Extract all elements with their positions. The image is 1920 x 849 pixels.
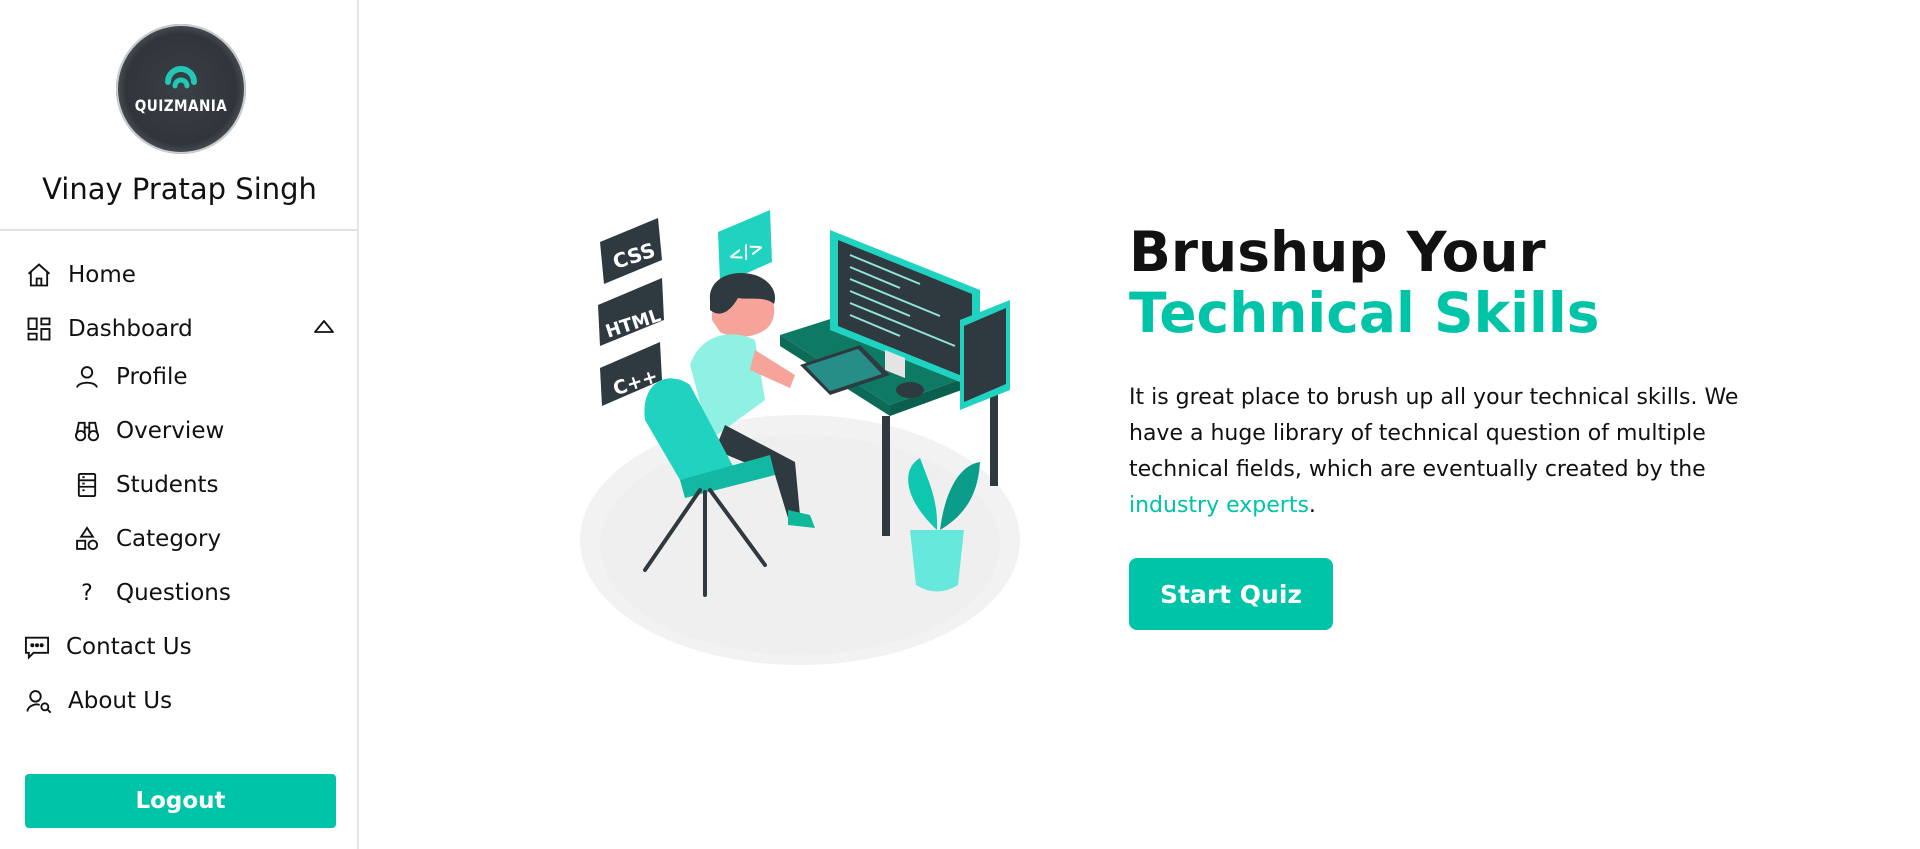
hero-title-accent: Technical Skills: [1129, 281, 1600, 345]
chat-icon: [22, 632, 52, 662]
hero-description-end: .: [1308, 493, 1316, 518]
question-icon: ?: [81, 580, 93, 606]
hero-description-main: It is great place to brush up all your t…: [1129, 385, 1739, 482]
shapes-icon: [72, 524, 102, 554]
hero-title: Brushup Your Technical Skills: [1129, 222, 1769, 344]
logo-mark-icon: [165, 66, 197, 89]
sidebar-divider: [0, 229, 359, 231]
user-name: Vinay Pratap Singh: [42, 172, 317, 206]
sidebar: QUIZMANIA Vinay Pratap Singh Home Dashbo…: [0, 0, 359, 849]
sidebar-item-profile[interactable]: Profile: [72, 357, 188, 397]
industry-experts-link[interactable]: industry experts: [1129, 493, 1309, 518]
sidebar-item-about[interactable]: About Us: [24, 681, 172, 721]
sidebar-item-label: About Us: [68, 688, 173, 714]
developer-illustration: CSS HTML C++ </>: [580, 210, 1020, 665]
sidebar-item-label: Dashboard: [68, 316, 193, 342]
sidebar-item-label: Students: [116, 472, 219, 498]
sidebar-item-overview[interactable]: Overview: [72, 411, 224, 451]
binoculars-icon: [72, 416, 102, 446]
list-icon: [72, 470, 102, 500]
sidebar-item-label: Category: [116, 526, 222, 552]
sidebar-item-label: Profile: [116, 364, 188, 390]
hero-title-main: Brushup Your: [1129, 220, 1546, 284]
sidebar-item-label: Home: [68, 262, 136, 288]
person-search-icon: [24, 686, 54, 716]
app-root: QUIZMANIA Vinay Pratap Singh Home Dashbo…: [0, 0, 1920, 849]
html-tag: HTML: [598, 278, 664, 346]
person-icon: [72, 362, 102, 392]
dashboard-icon: [24, 314, 54, 344]
sidebar-item-dashboard[interactable]: Dashboard: [24, 309, 193, 349]
logout-button[interactable]: Logout: [25, 774, 336, 828]
start-quiz-button[interactable]: Start Quiz: [1129, 558, 1333, 630]
sidebar-item-label: Overview: [116, 418, 225, 444]
home-icon: [24, 260, 54, 290]
sidebar-item-category[interactable]: Category: [72, 519, 221, 559]
sidebar-item-students[interactable]: Students: [72, 465, 219, 505]
sidebar-item-label: Contact Us: [66, 634, 192, 660]
sidebar-item-label: Questions: [116, 580, 231, 606]
sidebar-item-questions[interactable]: ? Questions: [72, 573, 231, 613]
sidebar-item-home[interactable]: Home: [24, 255, 136, 295]
sidebar-item-contact[interactable]: Contact Us: [22, 627, 192, 667]
hero-description: It is great place to brush up all your t…: [1129, 380, 1749, 524]
chevron-up-icon[interactable]: [313, 318, 335, 334]
logo-text: QUIZMANIA: [134, 96, 228, 115]
app-logo: QUIZMANIA: [116, 24, 246, 154]
css-tag: CSS: [600, 218, 662, 284]
